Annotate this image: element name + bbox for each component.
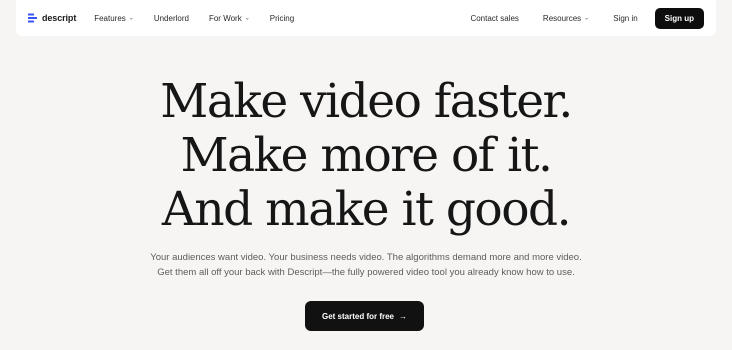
nav-right-menu: Contact sales Resources ⌄ Sign in Sign u… — [446, 7, 704, 29]
nav-item-sign-in[interactable]: Sign in — [613, 14, 637, 23]
nav-item-label: Features — [94, 13, 126, 23]
chevron-down-icon: ⌄ — [584, 15, 590, 21]
hero-headline-line-2: Make more of it. — [180, 128, 553, 183]
nav-item-resources[interactable]: Resources ⌄ — [543, 14, 589, 23]
hero-subtext-line-2: Get them all off your back with Descript… — [157, 267, 575, 278]
nav-item-for-work[interactable]: For Work ⌄ — [209, 14, 250, 23]
brand-name: descript — [42, 13, 77, 23]
nav-left-menu: Features ⌄ Underlord For Work ⌄ Pricing — [94, 14, 314, 23]
hero-headline-line-1: Make video faster. — [160, 74, 573, 129]
chevron-down-icon: ⌄ — [128, 15, 134, 21]
nav-item-underlord[interactable]: Underlord — [154, 14, 189, 23]
brand-logo[interactable]: descript — [28, 13, 76, 23]
nav-item-label: Pricing — [269, 13, 295, 23]
nav-item-label: Contact sales — [470, 13, 519, 23]
nav-item-label: For Work — [208, 13, 242, 23]
nav-item-contact-sales[interactable]: Contact sales — [470, 14, 518, 23]
top-navbar: descript Features ⌄ Underlord For Work ⌄… — [16, 0, 716, 36]
nav-item-label: Underlord — [153, 13, 189, 23]
hero-subtext: Your audiences want video. Your business… — [0, 250, 732, 280]
descript-logo-icon — [28, 13, 37, 23]
sign-up-button[interactable]: Sign up — [654, 7, 704, 29]
get-started-button[interactable]: Get started for free → — [305, 301, 424, 331]
chevron-down-icon: ⌄ — [244, 15, 250, 21]
nav-item-pricing[interactable]: Pricing — [270, 14, 294, 23]
nav-item-label: Resources — [542, 13, 582, 23]
hero-subtext-line-1: Your audiences want video. Your business… — [150, 252, 582, 263]
nav-item-features[interactable]: Features ⌄ — [94, 14, 134, 23]
cta-label: Get started for free — [321, 311, 395, 321]
hero-headline-line-3: And make it good. — [161, 182, 572, 237]
nav-item-label: Sign in — [613, 13, 638, 23]
arrow-right-icon: → — [399, 311, 408, 321]
